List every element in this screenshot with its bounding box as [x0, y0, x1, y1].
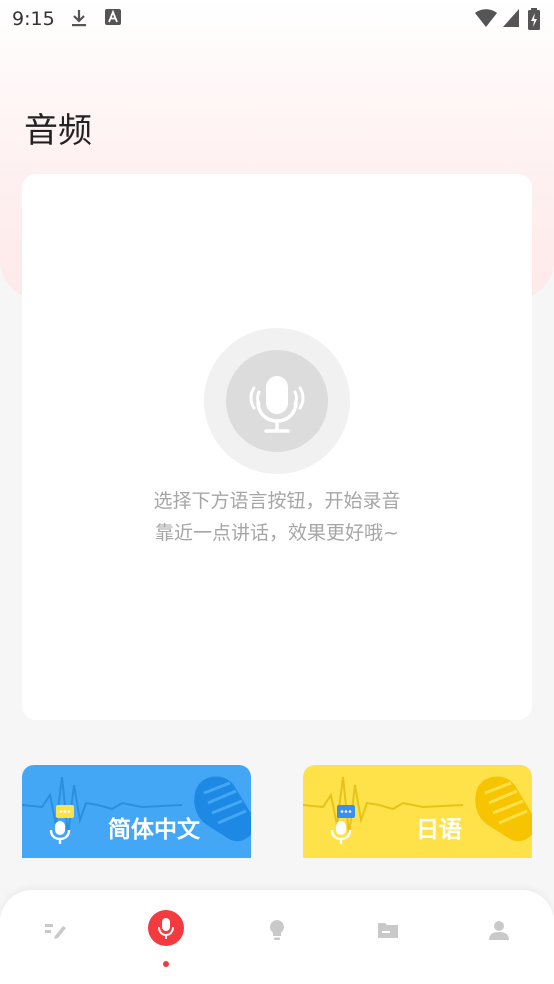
microphone-icon [158, 918, 174, 939]
microphone-chat-icon [49, 805, 74, 844]
nav-item-ideas[interactable] [222, 890, 332, 984]
battery-charging-icon [528, 8, 540, 30]
active-indicator-dot [163, 961, 169, 967]
nav-item-edit[interactable] [0, 890, 110, 984]
language-button-japanese[interactable]: 日语 [303, 765, 532, 858]
folder-icon [378, 923, 398, 938]
bottom-navigation [0, 890, 554, 984]
app-notification-icon [105, 9, 121, 25]
language-button-chinese[interactable]: 简体中文 [22, 765, 251, 858]
language-label-japanese: 日语 [416, 817, 462, 843]
signal-icon [503, 9, 519, 27]
language-label-chinese: 简体中文 [108, 817, 200, 843]
status-time: 9:15 [12, 8, 55, 30]
lightbulb-icon [270, 920, 284, 940]
person-icon [489, 921, 509, 940]
download-icon [72, 10, 86, 27]
mic-placeholder [204, 328, 350, 474]
nav-item-profile[interactable] [444, 890, 554, 984]
hint-line-2: 靠近一点讲话，效果更好哦~ [155, 522, 399, 544]
page-title: 音频 [24, 110, 92, 151]
nav-item-record[interactable] [148, 910, 184, 946]
microphone-chat-icon [330, 805, 355, 844]
pencil-icon [45, 924, 66, 939]
wifi-icon [475, 9, 497, 27]
microphone-icon [249, 376, 305, 433]
status-bar: 9:15 [0, 0, 554, 38]
nav-item-files[interactable] [333, 890, 443, 984]
hint-line-1: 选择下方语言按钮，开始录音 [153, 490, 401, 512]
recording-card: 选择下方语言按钮，开始录音 靠近一点讲话，效果更好哦~ [22, 174, 532, 720]
